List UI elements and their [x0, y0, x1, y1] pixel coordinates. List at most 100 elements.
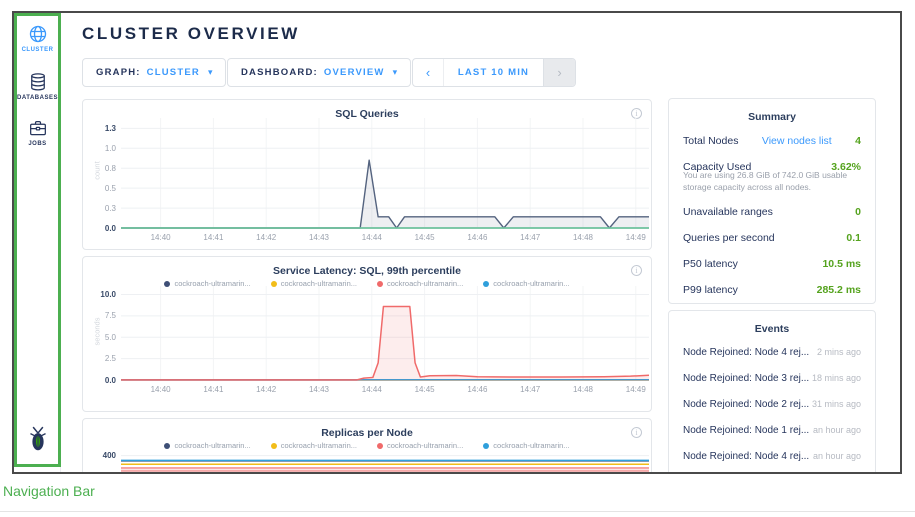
event-text: Node Rejoined: Node 2 rej... [683, 399, 809, 410]
event-row[interactable]: Node Rejoined: Node 3 rej...18 mins ago [683, 373, 861, 399]
legend-item[interactable]: cockroach-ultramarin... [271, 441, 357, 450]
sidebar-item-label: DATABASES [14, 95, 61, 101]
replicas-per-node-chart: Replicas per Node cockroach-ultramarin..… [82, 418, 652, 474]
time-range-picker: ‹ LAST 10 MIN › [412, 58, 576, 87]
events-panel: Events Node Rejoined: Node 4 rej...2 min… [668, 310, 876, 474]
event-time: 2 mins ago [817, 347, 861, 357]
dashboard-dropdown[interactable]: DASHBOARD: OVERVIEW ▾ [227, 58, 411, 87]
y-axis-tick: 7.5 [83, 311, 116, 320]
p50-latency-value: 10.5 ms [822, 258, 861, 270]
x-axis-tick: 14:49 [619, 385, 653, 394]
time-range-prev-button[interactable]: ‹ [413, 59, 444, 86]
sidebar-item-cluster[interactable]: CLUSTER [14, 24, 61, 53]
summary-panel: Summary Total Nodes View nodes list 4 Ca… [668, 98, 876, 304]
sidebar-item-label: JOBS [14, 141, 61, 147]
legend-dot-icon [377, 443, 383, 449]
legend-item[interactable]: cockroach-ultramarin... [164, 441, 250, 450]
y-axis-tick: 1.3 [83, 124, 116, 133]
service-latency-chart: Service Latency: SQL, 99th percentile co… [82, 256, 652, 412]
graph-dropdown[interactable]: GRAPH: CLUSTER ▾ [82, 58, 226, 87]
x-axis-tick: 14:41 [196, 385, 230, 394]
summary-row-p99: P99 latency 285.2 ms [683, 284, 861, 296]
capacity-description: You are using 26.8 GiB of 742.0 GiB usab… [683, 169, 861, 194]
summary-row-qps: Queries per second 0.1 [683, 232, 861, 244]
chevron-right-icon: › [557, 65, 561, 80]
x-axis-tick: 14:47 [513, 385, 547, 394]
event-text: Node Rejoined: Node 4 rej... [683, 451, 809, 462]
x-axis-tick: 14:49 [619, 233, 653, 242]
sidebar-item-jobs[interactable]: JOBS [14, 118, 61, 147]
y-axis-tick: 0.0 [83, 224, 116, 233]
x-axis-tick: 14:44 [355, 233, 389, 242]
event-text: Node Rejoined: Node 3 rej... [683, 373, 809, 384]
legend-dot-icon [483, 443, 489, 449]
event-row[interactable]: Node Rejoined: Node 1 rej... an hour ago [683, 425, 861, 451]
y-axis-tick: 0.3 [83, 204, 116, 213]
chart-plot-area[interactable] [121, 118, 649, 228]
x-axis-tick: 14:41 [196, 233, 230, 242]
events-list: Node Rejoined: Node 4 rej...2 mins agoNo… [683, 347, 861, 474]
page: CLUSTER DATABASES JOBS [0, 0, 915, 517]
x-axis-tick: 14:47 [513, 233, 547, 242]
event-row[interactable]: Node Rejoined: Node 4 rej...2 mins ago [683, 347, 861, 373]
unavailable-ranges-value: 0 [855, 206, 861, 218]
total-nodes-label: Total Nodes [683, 135, 738, 147]
y-axis-tick: 400 [83, 451, 116, 460]
sidebar-item-databases[interactable]: DATABASES [14, 72, 61, 101]
graph-dropdown-label: GRAPH: [96, 67, 141, 78]
event-text: Node Rejoined: Node 1 rej... [683, 425, 809, 436]
x-axis-tick: 14:46 [460, 233, 494, 242]
x-axis-tick: 14:46 [460, 385, 494, 394]
event-row[interactable]: Node Rejoined: Node 2 rej...31 mins ago [683, 399, 861, 425]
event-row[interactable]: Node Rejoined: Node 4 rej... an hour ago [683, 451, 861, 474]
bottom-divider [0, 511, 915, 512]
event-time: an hour ago [813, 451, 861, 461]
time-range-value[interactable]: LAST 10 MIN [444, 59, 543, 86]
summary-title: Summary [683, 111, 861, 123]
app-window: CLUSTER DATABASES JOBS [12, 11, 902, 474]
x-axis-tick: 14:45 [408, 233, 442, 242]
chevron-down-icon: ▾ [393, 67, 398, 78]
summary-row-total-nodes: Total Nodes View nodes list 4 [683, 135, 861, 147]
x-axis-tick: 14:40 [144, 385, 178, 394]
legend-dot-icon [164, 443, 170, 449]
chevron-left-icon: ‹ [426, 65, 430, 80]
y-axis-tick: 0.8 [83, 164, 116, 173]
summary-row-unavailable-ranges: Unavailable ranges 0 [683, 206, 861, 218]
legend-dot-icon [271, 443, 277, 449]
chart-legend: cockroach-ultramarin... cockroach-ultrama… [83, 441, 651, 450]
legend-item[interactable]: cockroach-ultramarin... [483, 441, 569, 450]
x-axis-tick: 14:48 [566, 233, 600, 242]
x-axis-tick: 14:42 [249, 233, 283, 242]
y-axis-tick: 10.0 [83, 290, 116, 299]
info-icon[interactable] [631, 265, 642, 276]
database-icon [28, 72, 48, 92]
p99-latency-value: 285.2 ms [817, 284, 861, 296]
chart-title: Service Latency: SQL, 99th percentile [83, 265, 651, 277]
x-axis-tick: 14:43 [302, 233, 336, 242]
legend-label: cockroach-ultramarin... [174, 441, 250, 450]
legend-label: cockroach-ultramarin... [281, 441, 357, 450]
y-axis-tick: 2.5 [83, 354, 116, 363]
info-icon[interactable] [631, 427, 642, 438]
x-axis-tick: 14:48 [566, 385, 600, 394]
annotation-caption: Navigation Bar [3, 483, 95, 499]
y-axis-tick: 5.0 [83, 333, 116, 342]
view-nodes-list-link[interactable]: View nodes list [762, 135, 832, 147]
chart-plot-area[interactable] [121, 286, 649, 380]
y-axis-tick: 0.0 [83, 376, 116, 385]
time-range-next-button-disabled[interactable]: › [543, 59, 575, 86]
summary-row-p50: P50 latency 10.5 ms [683, 258, 861, 270]
qps-label: Queries per second [683, 232, 775, 244]
total-nodes-value: 4 [855, 135, 861, 147]
chart-title: Replicas per Node [83, 427, 651, 439]
y-axis-tick: 0.5 [83, 184, 116, 193]
legend-item[interactable]: cockroach-ultramarin... [377, 441, 463, 450]
dashboard-dropdown-label: DASHBOARD: [241, 67, 318, 78]
event-time: 31 mins ago [812, 399, 861, 409]
events-title: Events [683, 323, 861, 335]
x-axis-tick: 14:42 [249, 385, 283, 394]
chart-plot-area[interactable] [121, 451, 649, 474]
event-time: an hour ago [813, 425, 861, 435]
p50-latency-label: P50 latency [683, 258, 738, 270]
